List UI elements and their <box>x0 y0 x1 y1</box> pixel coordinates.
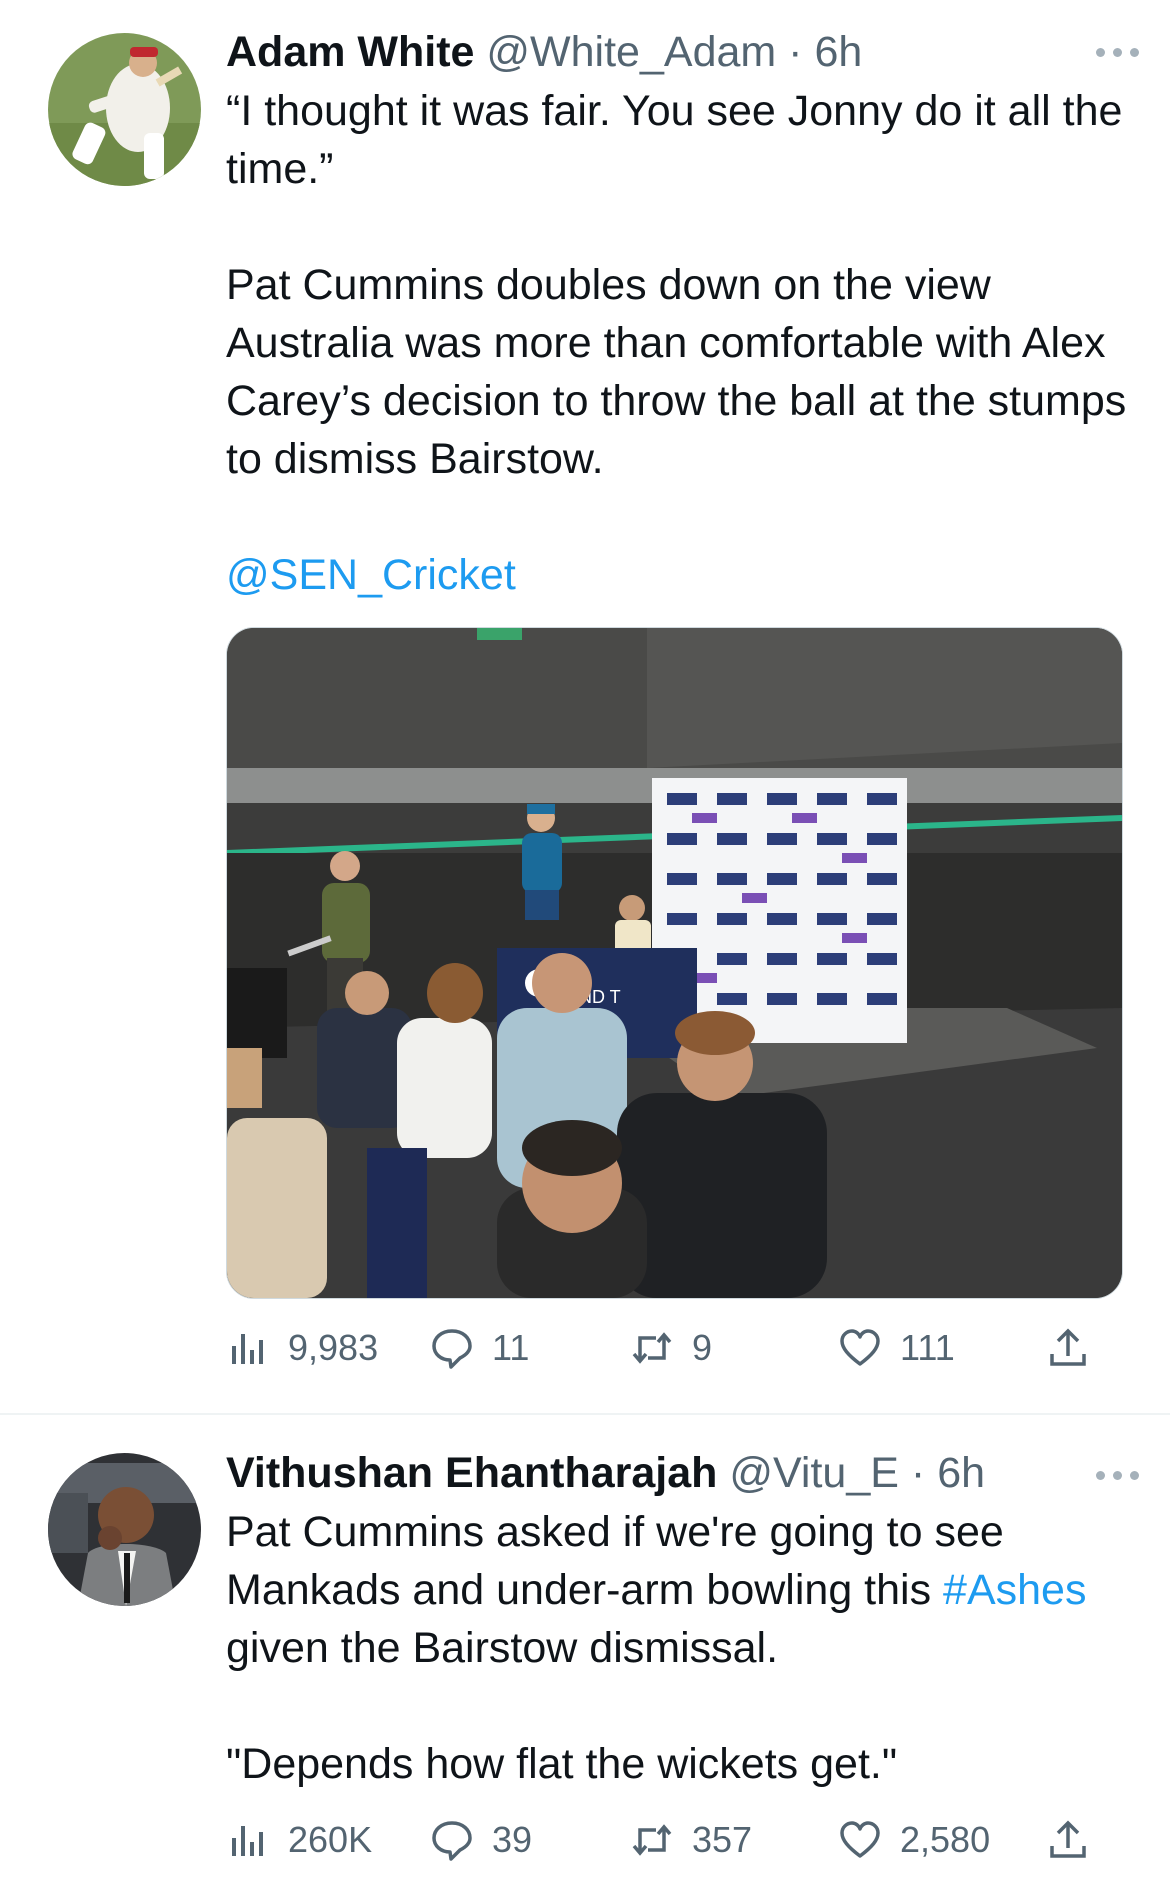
timestamp[interactable]: 6h <box>937 1449 985 1497</box>
views-stat[interactable]: 260K <box>226 1810 372 1870</box>
share-button[interactable] <box>1046 1810 1090 1870</box>
like-count: 2,580 <box>900 1819 991 1860</box>
author-name[interactable]: Vithushan Ehantharajah <box>226 1449 717 1497</box>
like-button[interactable]: 2,580 <box>838 1810 990 1870</box>
tweet-actions: 9,983 11 9 111 <box>226 1318 1120 1378</box>
more-options-button[interactable] <box>1096 1465 1146 1485</box>
separator: · <box>910 1449 926 1497</box>
share-button[interactable] <box>1046 1318 1090 1378</box>
reply-count: 39 <box>492 1819 533 1860</box>
author-handle[interactable]: @White_Adam <box>486 28 776 76</box>
ellipsis-icon <box>1096 1471 1105 1480</box>
retweet-arrows-icon <box>632 1332 672 1364</box>
retweet-arrows-icon <box>632 1824 672 1856</box>
tweet-photo[interactable]: ND T <box>226 627 1123 1299</box>
author-name[interactable]: Adam White <box>226 28 474 76</box>
tweet-paragraph: Pat Cummins doubles down on the view Aus… <box>226 261 1127 483</box>
tweet-paragraph: Pat Cummins asked if we're going to see … <box>226 1508 1004 1614</box>
tweet-header: Adam White @White_Adam · 6h <box>226 22 1100 82</box>
retweet-button[interactable]: 357 <box>630 1810 752 1870</box>
tweet-text: “I thought it was fair. You see Jonny do… <box>226 82 1130 604</box>
timestamp[interactable]: 6h <box>814 28 862 76</box>
retweet-button[interactable]: 9 <box>630 1318 712 1378</box>
tweet-text: Pat Cummins asked if we're going to see … <box>226 1503 1130 1793</box>
share-upload-icon <box>1050 1328 1086 1366</box>
share-upload-icon <box>1050 1820 1086 1858</box>
more-options-button[interactable] <box>1096 42 1146 62</box>
tweet-actions: 260K 39 357 2,580 <box>226 1810 1120 1870</box>
reply-button[interactable]: 39 <box>430 1810 532 1870</box>
views-stat[interactable]: 9,983 <box>226 1318 378 1378</box>
tweet-vithushan[interactable]: Vithushan Ehantharajah @Vitu_E · 6h Pat … <box>0 1413 1170 1902</box>
retweet-count: 9 <box>692 1327 713 1368</box>
like-count: 111 <box>900 1327 955 1368</box>
avatar[interactable] <box>48 1453 201 1606</box>
heart-icon <box>840 1821 880 1858</box>
tweet-paragraph-end: given the Bairstow dismissal. <box>226 1624 779 1672</box>
speech-bubble-icon <box>432 1821 472 1861</box>
reply-button[interactable]: 11 <box>430 1318 529 1378</box>
tweet-adam-white[interactable]: Adam White @White_Adam · 6h “I thought i… <box>0 0 1170 1413</box>
author-handle[interactable]: @Vitu_E <box>729 1449 899 1497</box>
separator: · <box>788 28 803 76</box>
tweet-quote: “I thought it was fair. You see Jonny do… <box>226 87 1123 193</box>
views-count: 260K <box>288 1819 373 1860</box>
heart-icon <box>840 1329 880 1366</box>
retweet-count: 357 <box>692 1819 753 1860</box>
ellipsis-icon <box>1096 48 1105 57</box>
mention-link[interactable]: @SEN_Cricket <box>226 551 516 599</box>
avatar[interactable] <box>48 33 201 186</box>
bar-chart-icon <box>232 1826 263 1856</box>
like-button[interactable]: 111 <box>838 1318 955 1378</box>
tweet-header: Vithushan Ehantharajah @Vitu_E · 6h <box>226 1443 1100 1503</box>
tweet-quote: "Depends how flat the wickets get." <box>226 1740 898 1788</box>
views-count: 9,983 <box>288 1327 379 1368</box>
bar-chart-icon <box>232 1334 263 1364</box>
speech-bubble-icon <box>432 1329 472 1369</box>
reply-count: 11 <box>492 1327 530 1368</box>
hashtag-link[interactable]: #Ashes <box>943 1566 1086 1614</box>
